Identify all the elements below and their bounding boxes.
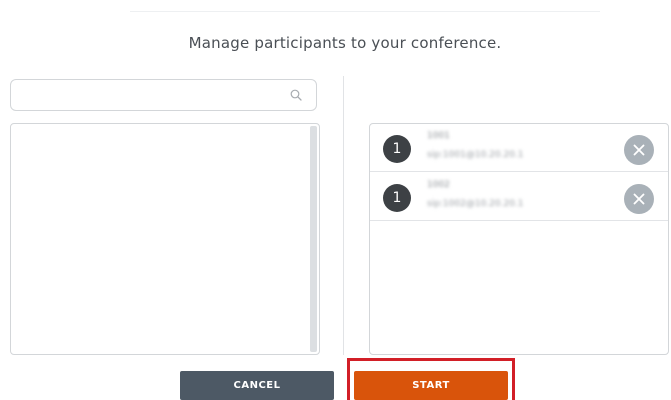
available-list-scrollbar[interactable] <box>310 126 317 352</box>
remove-participant-button[interactable] <box>624 184 654 214</box>
close-icon <box>633 144 645 156</box>
search-icon[interactable] <box>290 89 302 101</box>
participant-badge: 1 <box>383 135 411 163</box>
participant-badge: 1 <box>383 184 411 212</box>
available-contacts-list[interactable] <box>10 123 320 355</box>
search-input[interactable] <box>19 84 285 108</box>
participant-address: sip:1001@10.20.20.1 <box>427 150 524 160</box>
column-divider <box>343 76 344 355</box>
conference-dialog: Manage participants to your conference. … <box>0 0 671 400</box>
participant-address: sip:1002@10.20.20.1 <box>427 199 524 209</box>
remove-participant-button[interactable] <box>624 135 654 165</box>
dialog-heading: Manage participants to your conference. <box>188 34 502 52</box>
participant-item[interactable]: 1 1001 sip:1001@10.20.20.1 <box>370 124 668 172</box>
participant-item[interactable]: 1 1002 sip:1002@10.20.20.1 <box>370 173 668 221</box>
participant-name: 1001 <box>427 131 450 141</box>
top-divider <box>130 11 600 12</box>
selected-participants-list[interactable]: 1 1001 sip:1001@10.20.20.1 1 1002 sip:10… <box>369 123 669 355</box>
close-icon <box>633 193 645 205</box>
participant-name: 1002 <box>427 180 450 190</box>
participant-search-box[interactable] <box>10 79 317 111</box>
start-button[interactable]: START <box>354 371 508 400</box>
cancel-button[interactable]: CANCEL <box>180 371 334 400</box>
